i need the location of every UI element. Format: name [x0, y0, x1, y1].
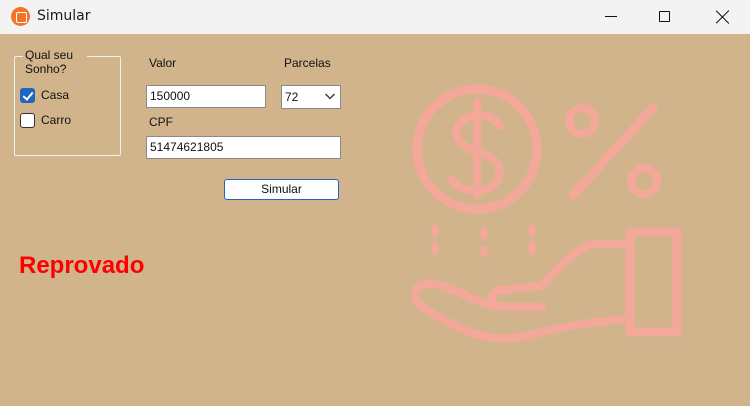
parcelas-select[interactable]: 72	[281, 85, 341, 109]
minimize-icon	[605, 16, 617, 17]
simular-button[interactable]: Simular	[224, 179, 339, 200]
form-client-area: Qual seu Sonho? Casa Carro Valor 150000 …	[0, 34, 750, 406]
close-button[interactable]	[700, 0, 746, 34]
checkbox-carro[interactable]: Carro	[20, 112, 71, 128]
maximize-icon	[659, 11, 670, 22]
checkbox-casa-box[interactable]	[20, 87, 35, 103]
window-title: Simular	[37, 8, 91, 24]
close-icon	[716, 10, 730, 24]
maximize-button[interactable]	[642, 0, 688, 34]
result-status-text: Reprovado	[19, 252, 145, 279]
app-icon	[11, 7, 30, 26]
minimize-button[interactable]	[588, 0, 634, 34]
cpf-input[interactable]: 51474621805	[146, 136, 341, 159]
dream-groupbox: Qual seu Sonho? Casa Carro	[14, 48, 121, 156]
title-bar: Simular	[0, 0, 750, 34]
parcelas-select-value[interactable]: 72	[285, 90, 298, 104]
valor-label: Valor	[149, 56, 177, 70]
checkbox-carro-label[interactable]: Carro	[41, 113, 71, 127]
checkbox-casa-label[interactable]: Casa	[41, 88, 69, 102]
groupbox-legend: Qual seu Sonho?	[23, 48, 87, 76]
parcelas-label: Parcelas	[284, 56, 331, 70]
cpf-label: CPF	[149, 115, 173, 129]
checkbox-casa[interactable]: Casa	[20, 87, 69, 103]
valor-input[interactable]: 150000	[146, 85, 266, 108]
chevron-down-icon[interactable]	[324, 90, 336, 102]
loan-hand-coin-percent-icon	[411, 84, 682, 343]
checkbox-carro-box[interactable]	[20, 112, 35, 128]
